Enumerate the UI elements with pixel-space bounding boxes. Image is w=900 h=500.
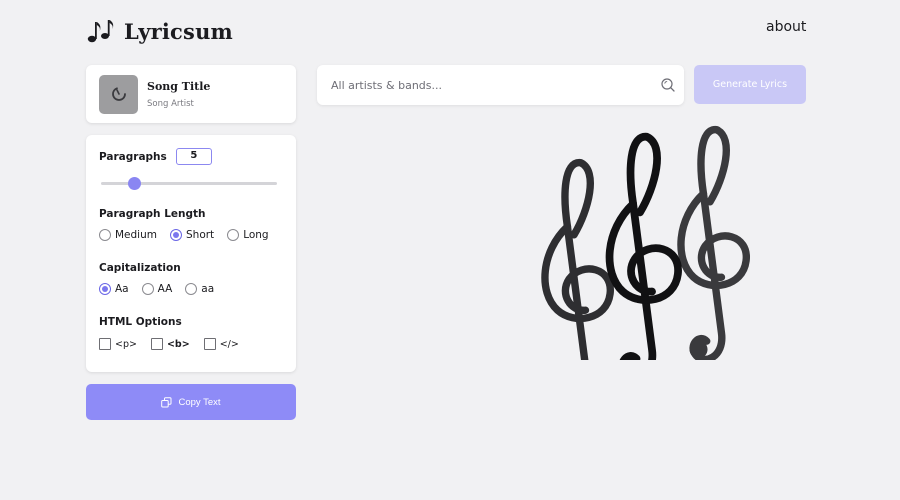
option-label: Medium [115,229,157,241]
paragraphs-slider[interactable] [101,177,277,190]
html-options: <p> <b> </> [99,338,283,350]
treble-clef-center [610,137,679,360]
music-notes-icon [87,20,114,43]
length-option-medium[interactable]: Medium [99,229,157,241]
copy-text-button[interactable]: Copy Text [86,384,296,420]
treble-clefs-illustration [530,95,770,360]
paragraph-length-label: Paragraph Length [99,208,206,220]
option-label: Long [243,229,269,241]
option-label: AA [157,283,173,295]
caps-option-lower-case[interactable]: aa [185,283,214,295]
html-option-paragraph-tag[interactable]: <p> [99,338,137,350]
search-icon[interactable] [660,77,676,93]
radio-button[interactable] [227,229,240,241]
option-label: <b> [166,338,190,350]
now-playing-card: Song Title Song Artist [86,65,296,123]
radio-button[interactable] [141,283,154,295]
option-label: aa [201,283,215,295]
paragraphs-count-input[interactable]: 5 [175,148,212,165]
about-link[interactable]: about [766,19,806,35]
checkbox[interactable] [203,338,216,350]
radio-button[interactable] [99,229,111,241]
option-label: Short [186,229,215,241]
html-options-label: HTML Options [99,316,182,328]
treble-clef-left [545,163,610,360]
options-panel: Paragraphs 5 Paragraph Length Medium Sho… [86,135,296,372]
caps-option-upper-case[interactable]: AA [141,283,173,295]
song-info: Song Title Song Artist [147,80,210,109]
option-label: </> [219,338,239,350]
slider-thumb[interactable] [127,177,141,190]
radio-button-checked[interactable] [170,229,182,241]
checkbox[interactable] [150,338,163,350]
app-logo[interactable]: Lyricsum [86,16,233,46]
copy-text-label: Copy Text [178,396,221,408]
html-option-closing-tag[interactable]: </> [203,338,239,350]
checkbox[interactable] [99,338,111,350]
capitalization-options: Aa AA aa [99,283,283,295]
option-label: <p> [115,338,137,350]
spinner-icon [111,87,126,101]
paragraphs-row: Paragraphs 5 [99,148,283,165]
treble-clef-right [681,130,746,360]
length-option-long[interactable]: Long [227,229,269,241]
paragraphs-label: Paragraphs [99,150,167,163]
song-title: Song Title [147,79,211,93]
album-art [99,74,138,114]
length-option-short[interactable]: Short [170,229,214,241]
caps-option-title-case[interactable]: Aa [99,283,129,295]
html-option-bold-tag[interactable]: <b> [150,338,190,350]
song-artist: Song Artist [147,98,194,109]
app-name: Lyricsum [124,18,233,44]
paragraph-length-options: Medium Short Long [99,229,283,241]
radio-button-checked[interactable] [99,283,111,295]
option-label: Aa [115,283,129,295]
copy-icon [161,396,172,407]
radio-button[interactable] [185,283,198,295]
capitalization-label: Capitalization [99,262,181,274]
